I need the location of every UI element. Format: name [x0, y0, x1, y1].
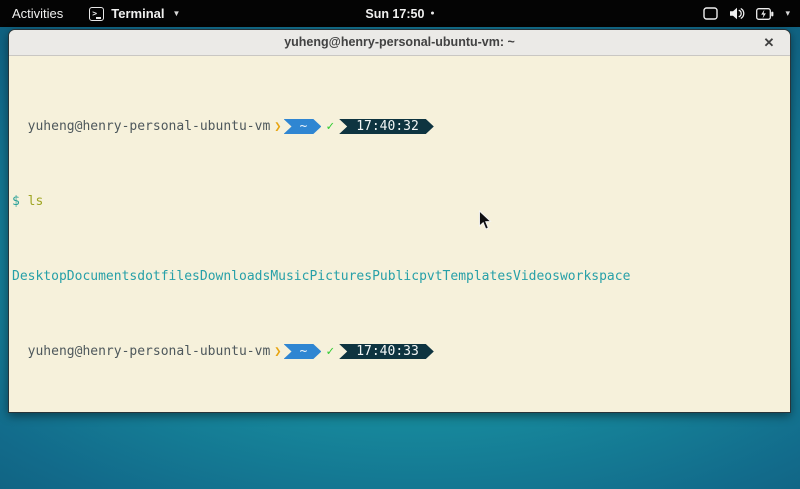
- prompt-line: yuheng@henry-personal-ubuntu-vm❯~ ✓ 17:40:…: [12, 344, 788, 359]
- prompt-line: yuheng@henry-personal-ubuntu-vm❯~ ✓ 17:40:…: [12, 119, 788, 134]
- command-line: $ ls: [12, 194, 788, 209]
- ls-output-row: Desktop Documents dotfiles Downloads Mus…: [12, 269, 788, 284]
- app-menu-label: Terminal: [111, 6, 164, 21]
- activities-button[interactable]: Activities: [12, 6, 63, 21]
- directory-entry: Desktop: [12, 269, 67, 284]
- close-button[interactable]: ✕: [758, 30, 780, 55]
- directory-entry: Public: [372, 269, 419, 284]
- top-bar: Activities > Terminal ▼ Sun 17:50 ● ▾: [0, 0, 800, 27]
- window-title: yuheng@henry-personal-ubuntu-vm: ~: [284, 35, 515, 49]
- prompt-user: yuheng@henry-personal-ubuntu-vm: [28, 119, 271, 134]
- cwd-segment: ~: [284, 119, 322, 134]
- chevron-right-icon: ❯: [274, 119, 281, 134]
- display-icon: [703, 7, 718, 20]
- system-status-menu[interactable]: ▾: [703, 0, 790, 27]
- directory-entry: workspace: [560, 269, 630, 284]
- directory-entry: Music: [270, 269, 309, 284]
- directory-entry: Pictures: [309, 269, 372, 284]
- clock-menu[interactable]: Sun 17:50 ●: [365, 0, 434, 27]
- cwd-segment: ~: [284, 344, 322, 359]
- window-titlebar[interactable]: yuheng@henry-personal-ubuntu-vm: ~ ✕: [9, 30, 790, 56]
- clock-label: Sun 17:50: [365, 7, 424, 21]
- chevron-right-icon: ❯: [274, 344, 281, 359]
- desktop: { "topbar": { "activities_label": "Activ…: [0, 0, 800, 489]
- time-segment: 17:40:33: [339, 344, 434, 359]
- terminal-screen[interactable]: yuheng@henry-personal-ubuntu-vm❯~✓17:40:…: [9, 56, 790, 413]
- prompt-dollar: $: [12, 194, 20, 209]
- status-check-icon: ✓: [326, 119, 334, 134]
- time-segment: 17:40:32: [339, 119, 434, 134]
- typed-command: ls: [28, 194, 44, 209]
- terminal-icon: >: [89, 7, 104, 21]
- status-check-icon: ✓: [326, 344, 334, 359]
- menu-caret-icon: ▼: [173, 9, 181, 18]
- terminal-window: yuheng@henry-personal-ubuntu-vm: ~ ✕ yuh…: [8, 29, 791, 413]
- chevron-down-icon: ▾: [785, 8, 790, 19]
- directory-entry: Downloads: [200, 269, 270, 284]
- app-menu-terminal[interactable]: > Terminal ▼: [89, 6, 180, 21]
- prompt-user: yuheng@henry-personal-ubuntu-vm: [28, 344, 271, 359]
- volume-icon: [729, 7, 745, 20]
- directory-entry: Videos: [513, 269, 560, 284]
- notification-dot-icon: ●: [430, 10, 434, 17]
- battery-charging-icon: [756, 8, 774, 20]
- directory-entry: Documents: [67, 269, 137, 284]
- directory-entry: pvt: [419, 269, 442, 284]
- directory-entry: dotfiles: [137, 269, 200, 284]
- directory-entry: Templates: [443, 269, 513, 284]
